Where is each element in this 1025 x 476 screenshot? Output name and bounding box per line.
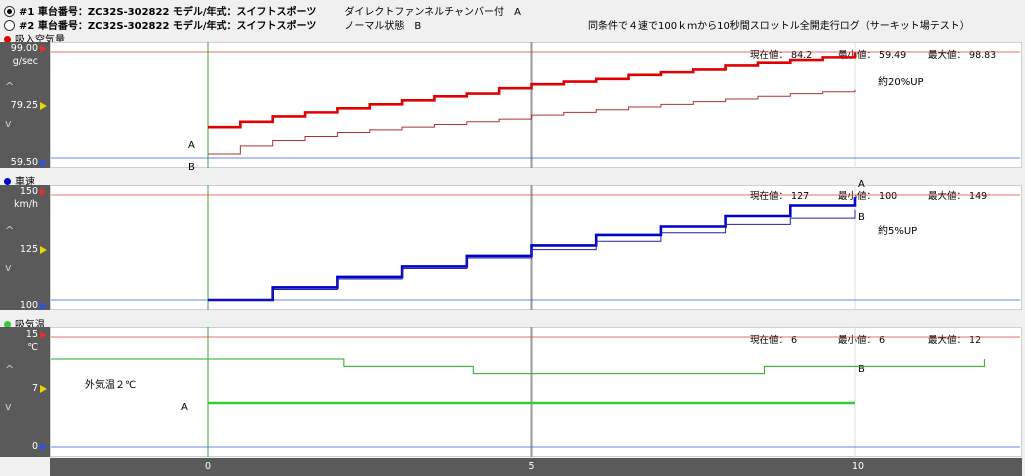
temp-series-b-line (51, 358, 985, 375)
chart-overlay (51, 42, 1020, 457)
log-viewer: #1 車台番号：ZC32S-302822 モデル/年式：スイフトスポーツ ダイレク… (0, 0, 1025, 476)
